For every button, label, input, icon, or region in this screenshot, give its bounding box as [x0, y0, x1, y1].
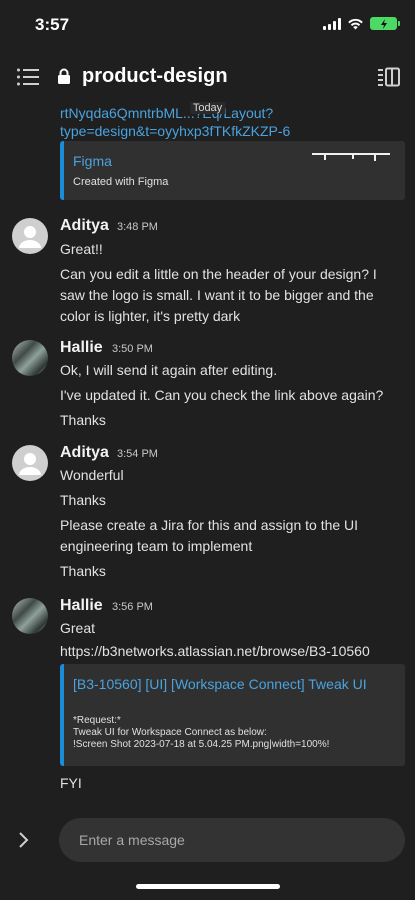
- menu-icon[interactable]: [16, 67, 40, 87]
- signal-icon: [323, 17, 341, 30]
- message-text: Great: [60, 620, 96, 636]
- date-divider: Today: [189, 102, 226, 114]
- channel-header: product-design: [0, 52, 415, 102]
- figma-link[interactable]: rtNyqda6QmntrbML...?Eq/Layout? type=desi…: [60, 104, 400, 140]
- embed-thumbnail: [312, 153, 390, 161]
- status-time: 3:57: [35, 15, 70, 34]
- avatar[interactable]: [12, 445, 48, 481]
- message-text: Please create a Jira for this and assign…: [60, 517, 359, 554]
- message-text: Thanks: [60, 412, 106, 428]
- message-time: 3:56 PM: [112, 601, 153, 613]
- figma-embed-card[interactable]: Figma Created with Figma: [60, 141, 405, 200]
- message-composer: [0, 818, 415, 862]
- message-time: 3:48 PM: [117, 221, 158, 233]
- sender-name[interactable]: Hallie: [60, 597, 103, 615]
- message-text: Ok, I will send it again after editing.: [60, 362, 278, 378]
- figma-link-line2[interactable]: type=design&t=oyyhxp3fTKfkZKZP-6: [60, 122, 400, 140]
- message-text: Wonderful: [60, 467, 124, 483]
- home-indicator[interactable]: [136, 884, 280, 889]
- status-bar: 3:57: [0, 0, 415, 50]
- jira-embed-card[interactable]: [B3-10560] [UI] [Workspace Connect] Twea…: [60, 664, 405, 766]
- sender-name[interactable]: Hallie: [60, 339, 103, 357]
- embed-body-line: *Request:*: [73, 715, 121, 726]
- message-input[interactable]: [59, 818, 405, 862]
- embed-title[interactable]: Figma: [73, 153, 112, 169]
- message-text: Great!!: [60, 241, 103, 257]
- message-text: I've updated it. Can you check the link …: [60, 387, 384, 403]
- embed-title[interactable]: [B3-10560] [UI] [Workspace Connect] Twea…: [73, 675, 398, 693]
- message-list[interactable]: Today rtNyqda6QmntrbML...?Eq/Layout? typ…: [0, 102, 415, 800]
- message-text: Thanks: [60, 492, 106, 508]
- channel-title: product-design: [82, 65, 228, 87]
- panel-icon[interactable]: [377, 67, 401, 87]
- avatar[interactable]: [12, 598, 48, 634]
- wifi-icon: [348, 18, 363, 29]
- figma-link-line1[interactable]: rtNyqda6QmntrbML...?Eq/Layout?: [60, 104, 400, 122]
- embed-subtitle: Created with Figma: [73, 176, 169, 188]
- user-icon: [19, 226, 41, 248]
- message-text: FYI: [60, 775, 82, 791]
- avatar[interactable]: [12, 218, 48, 254]
- message-time: 3:54 PM: [117, 448, 158, 460]
- jira-link[interactable]: https://b3networks.atlassian.net/browse/…: [60, 641, 405, 662]
- avatar[interactable]: [12, 340, 48, 376]
- sender-name[interactable]: Aditya: [60, 217, 109, 235]
- embed-body-line: !Screen Shot 2023-07-18 at 5.04.25 PM.pn…: [73, 739, 330, 750]
- message-text: Can you edit a little on the header of y…: [60, 266, 377, 324]
- user-icon: [19, 453, 41, 475]
- lock-icon: [58, 68, 70, 84]
- message-time: 3:50 PM: [112, 343, 153, 355]
- message-text: Thanks: [60, 563, 106, 579]
- battery-icon: [370, 17, 400, 30]
- chevron-right-icon[interactable]: [17, 830, 31, 850]
- status-icons: [323, 17, 400, 30]
- embed-body-line: Tweak UI for Workspace Connect as below:: [73, 727, 267, 738]
- sender-name[interactable]: Aditya: [60, 444, 109, 462]
